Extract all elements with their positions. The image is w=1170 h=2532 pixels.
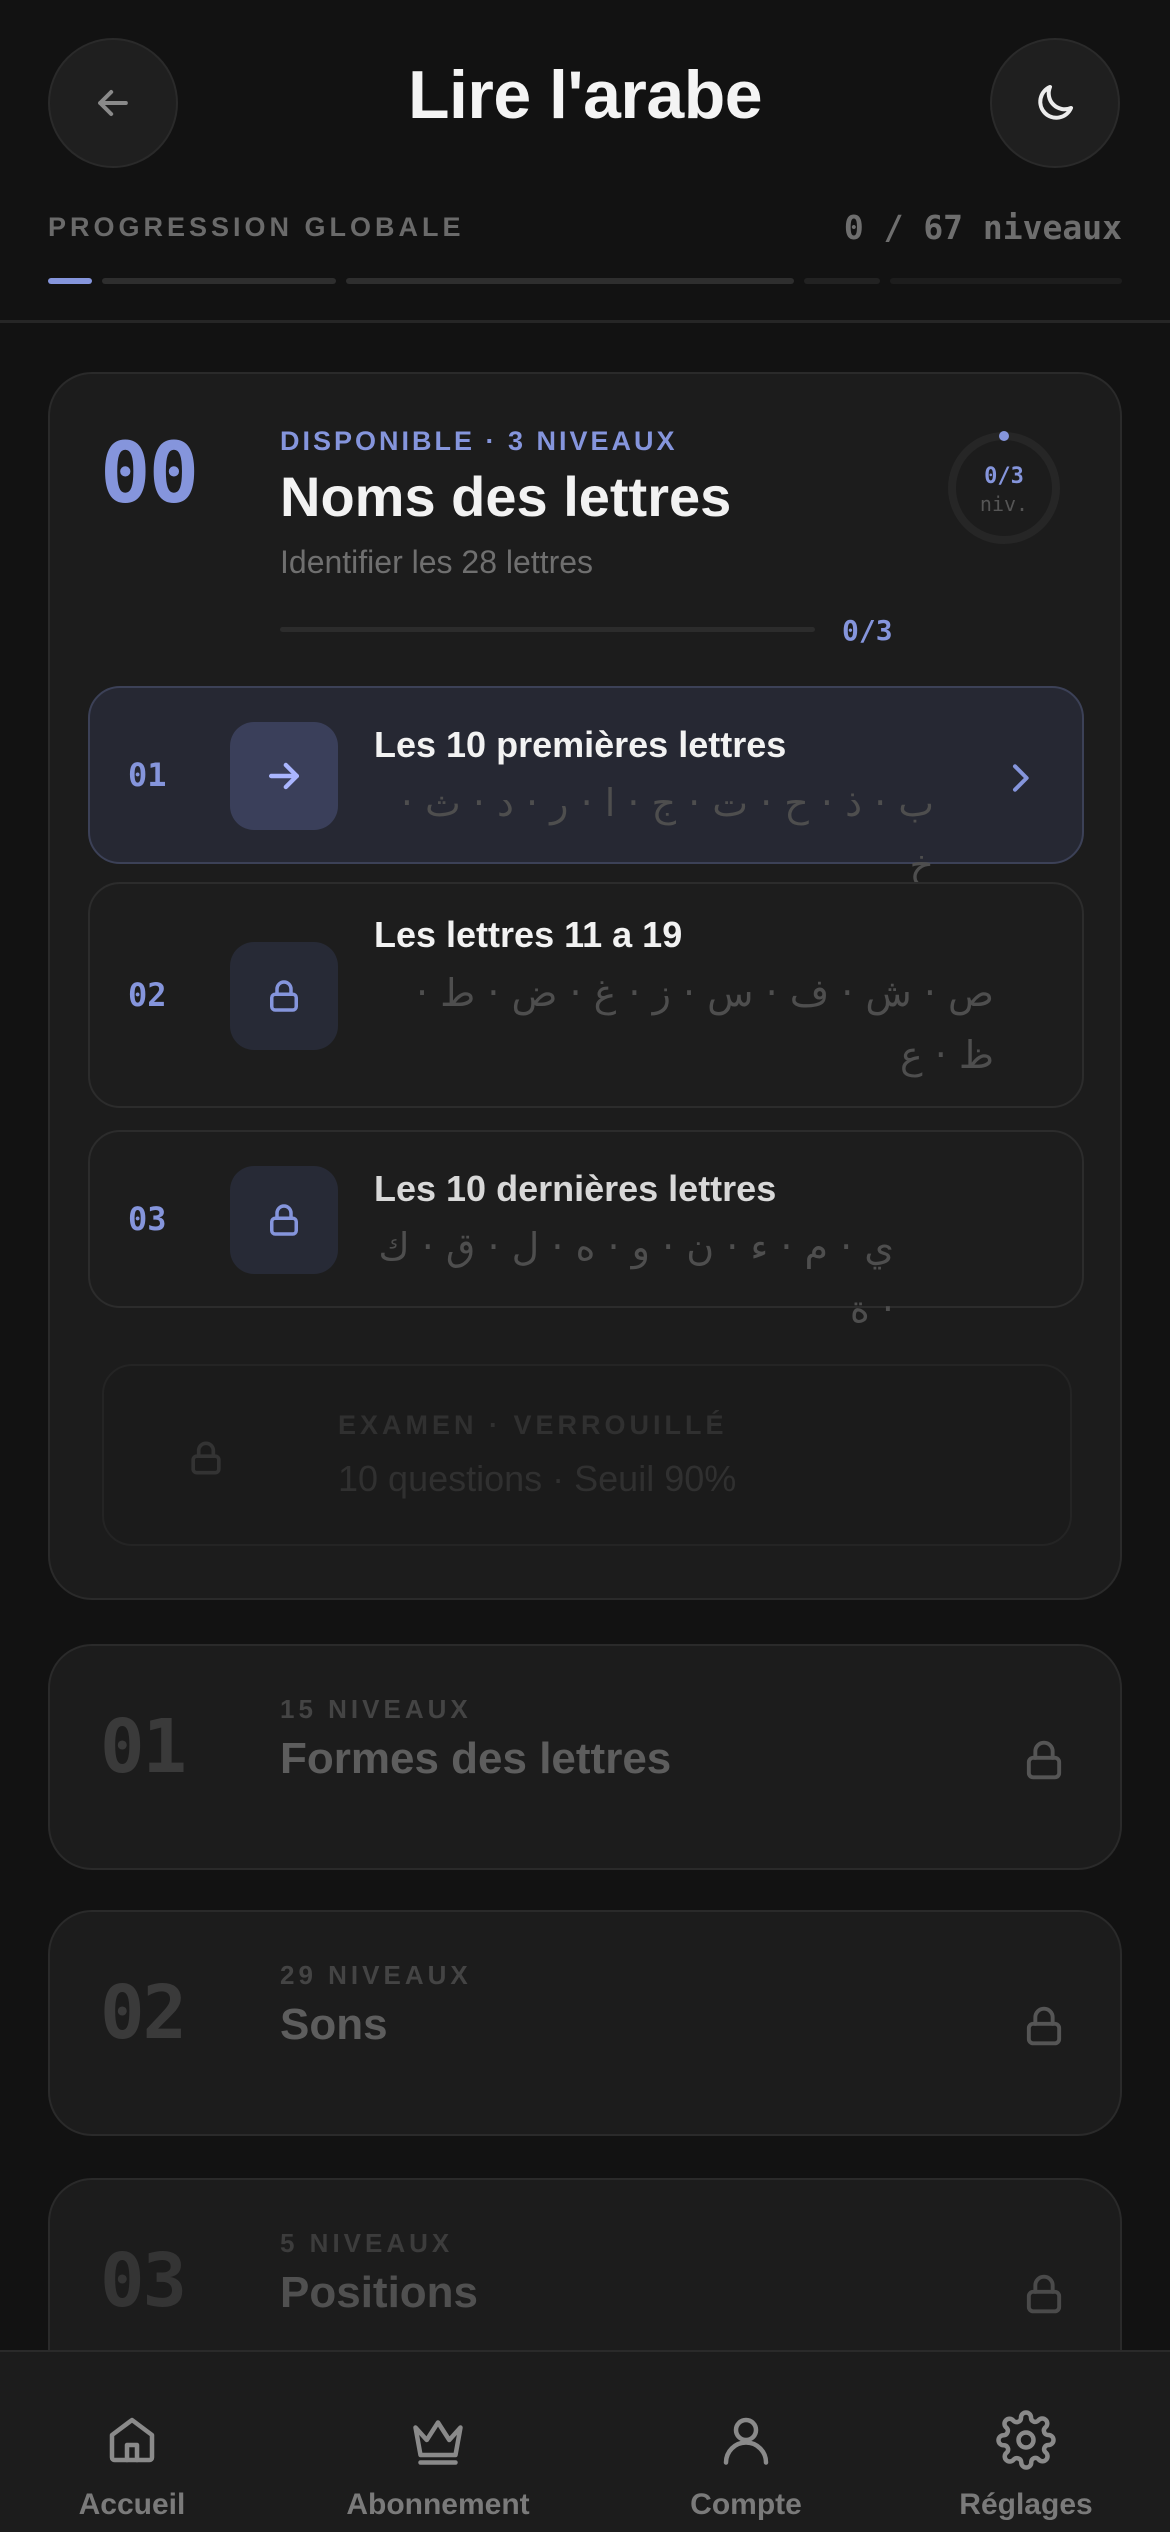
nav-label: Accueil: [78, 2488, 186, 2521]
lesson-number: 03: [128, 1200, 167, 1238]
lock-icon: [1026, 1740, 1062, 1780]
unit-eyebrow: 29 NIVEAUX: [280, 1960, 472, 1990]
unit-title: Sons: [280, 2000, 388, 2049]
unit-number: 01: [100, 1704, 187, 1790]
lesson-item-02[interactable]: 02 Les lettres 11 a 19 ص · ش · ف · س · ز…: [88, 882, 1084, 1108]
chevron-right-icon: [1013, 764, 1029, 792]
global-progress-count: 0 / 67 niveaux: [843, 208, 1122, 247]
lesson-icon-box: [230, 722, 338, 830]
global-progress-label: PROGRESSION GLOBALE: [48, 212, 465, 242]
lesson-number: 02: [128, 976, 167, 1014]
unit-card-letter-forms[interactable]: 01 15 NIVEAUX Formes des lettres: [48, 1644, 1122, 1870]
unit-number: 03: [100, 2238, 187, 2324]
nav-label: Abonnement: [346, 2488, 530, 2521]
lesson-letters: ي · م · ء · ن · و · ه · ل · ق · ك · ة: [378, 1225, 894, 1331]
unit-number: 00: [100, 424, 199, 522]
unit-title: Positions: [280, 2268, 479, 2317]
unit-eyebrow: 5 NIVEAUX: [280, 2228, 454, 2258]
unit-card-positions[interactable]: 03 5 NIVEAUX Positions: [48, 2178, 1122, 2358]
unit-number: 02: [100, 1970, 187, 2056]
unit-title: Formes des lettres: [280, 1734, 672, 1783]
progress-segment: [102, 278, 336, 284]
lesson-icon-box: [230, 942, 338, 1050]
lesson-letters: ص · ش · ف · س · ز · غ · ض · ط · ظ · ع: [415, 971, 994, 1077]
unit-card-sounds[interactable]: 02 29 NIVEAUX Sons: [48, 1910, 1122, 2136]
unit-card-letter-names[interactable]: 00 DISPONIBLE · 3 NIVEAUX Noms des lettr…: [48, 372, 1122, 1600]
nav-label: Réglages: [959, 2488, 1093, 2521]
lesson-title: Les 10 dernières lettres: [374, 1168, 777, 1209]
app-header: Lire l'arabe: [0, 0, 1170, 205]
unit-eyebrow: 15 NIVEAUX: [280, 1694, 472, 1724]
gear-icon: [996, 2410, 1056, 2470]
exam-locked-card: EXAMEN · VERROUILLÉ 10 questions · Seuil…: [102, 1364, 1072, 1546]
bottom-navigation: Accueil Abonnement Compte Réglages: [0, 2350, 1170, 2532]
unit-progress-count: 0/3: [842, 614, 893, 647]
nav-item-account[interactable]: Compte: [626, 2410, 866, 2522]
lock-icon: [1026, 2274, 1062, 2314]
nav-item-home[interactable]: Accueil: [12, 2410, 252, 2522]
progress-segment: [346, 278, 794, 284]
unit-title: Noms des lettres: [280, 465, 732, 528]
nav-item-settings[interactable]: Réglages: [906, 2410, 1146, 2522]
unit-eyebrow: DISPONIBLE · 3 NIVEAUX: [280, 426, 678, 456]
arrow-right-icon: [268, 762, 300, 790]
progress-segment: [890, 278, 1122, 284]
crown-icon: [413, 2420, 463, 2465]
lesson-number: 01: [128, 756, 167, 794]
lesson-letters: ب · ذ · ح · ت · ج · ا · ر · د · ث · خ: [400, 781, 934, 887]
exam-text: 10 questions · Seuil 90%: [338, 1458, 737, 1499]
home-icon: [109, 2417, 155, 2463]
lesson-title: Les lettres 11 a 19: [374, 914, 683, 955]
theme-toggle-button[interactable]: [990, 38, 1120, 168]
moon-icon: [1038, 85, 1073, 120]
progress-segment-active: [48, 278, 92, 284]
header-divider: [0, 320, 1170, 323]
lesson-title: Les 10 premières lettres: [374, 724, 787, 765]
lesson-item-01[interactable]: 01 Les 10 premières lettres ب · ذ · ح · …: [88, 686, 1084, 887]
nav-label: Compte: [690, 2488, 802, 2521]
progress-segment: [804, 278, 880, 284]
lock-icon: [191, 1441, 221, 1475]
ring-unit: niv.: [979, 492, 1029, 516]
lock-icon: [270, 980, 298, 1012]
unit-subtitle: Identifier les 28 lettres: [280, 544, 594, 580]
nav-item-subscription[interactable]: Abonnement: [318, 2410, 558, 2522]
ring-value: 0/3: [984, 464, 1024, 489]
lock-icon: [1026, 2006, 1062, 2046]
exam-eyebrow: EXAMEN · VERROUILLÉ: [338, 1410, 728, 1440]
lesson-item-03[interactable]: 03 Les 10 dernières lettres ي · م · ء · …: [88, 1130, 1084, 1331]
unit-progress-bar: [280, 627, 815, 632]
user-icon: [723, 2417, 769, 2465]
lesson-icon-box: [230, 1166, 338, 1274]
lock-icon: [270, 1204, 298, 1236]
